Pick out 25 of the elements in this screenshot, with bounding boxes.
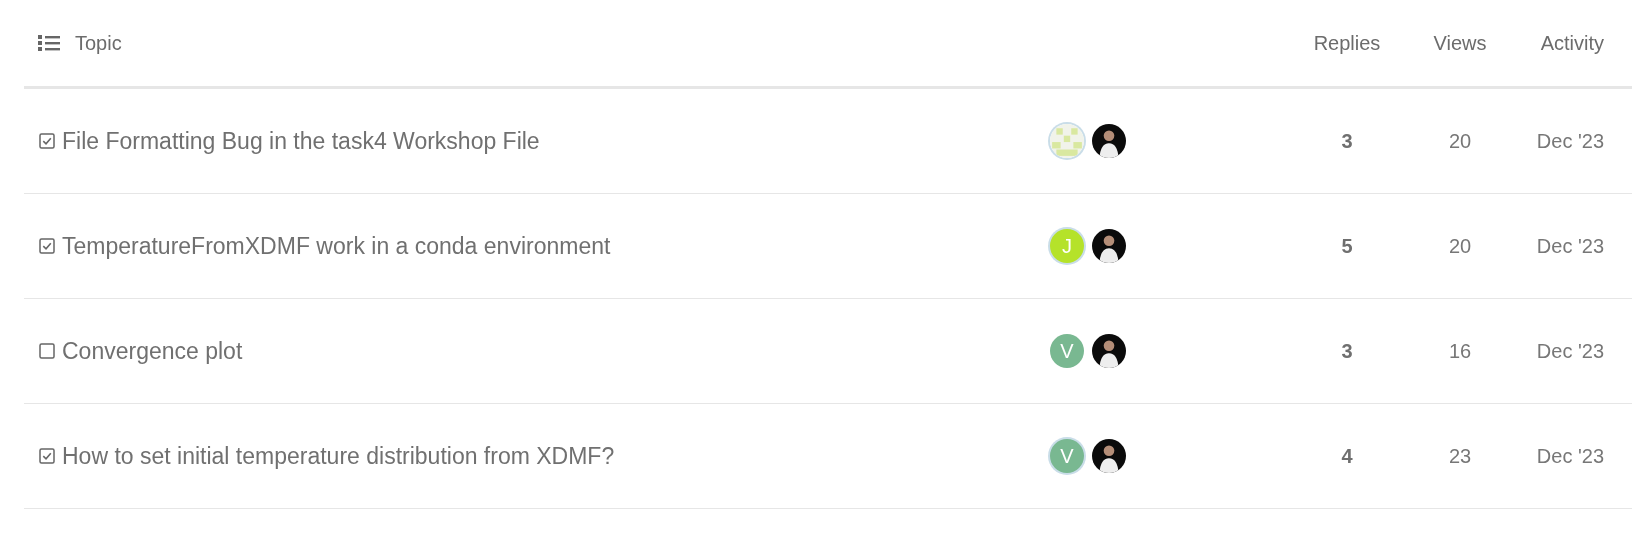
activity-date[interactable]: Dec '23 (1536, 444, 1604, 468)
user-avatar[interactable] (1092, 124, 1126, 158)
list-icon (38, 34, 60, 52)
reply-count: 5 (1341, 234, 1353, 258)
topic-title[interactable]: Convergence plot (62, 337, 243, 365)
user-avatar[interactable] (1092, 334, 1126, 368)
activity-date[interactable]: Dec '23 (1536, 129, 1604, 153)
view-count: 20 (1448, 129, 1472, 153)
user-avatar[interactable] (1092, 439, 1126, 473)
topic-title[interactable]: File Formatting Bug in the task4 Workshop File (62, 127, 540, 155)
view-count: 23 (1448, 444, 1472, 468)
topic-title[interactable]: How to set initial temperature distribution from XDMF? (62, 442, 615, 470)
view-count: 16 (1448, 339, 1472, 363)
reply-count: 4 (1341, 444, 1353, 468)
user-avatar[interactable] (1092, 229, 1126, 263)
activity-date[interactable]: Dec '23 (1536, 339, 1604, 363)
reply-count: 3 (1341, 339, 1353, 363)
activity-date[interactable]: Dec '23 (1536, 234, 1604, 258)
replies-column-header[interactable]: Replies (1313, 31, 1381, 55)
view-count: 20 (1448, 234, 1472, 258)
activity-column-header[interactable]: Activity (1540, 31, 1604, 55)
reply-count: 3 (1341, 129, 1353, 153)
views-column-header[interactable]: Views (1433, 31, 1487, 55)
topic-column-header[interactable]: Topic (75, 31, 122, 55)
topic-title[interactable]: TemperatureFromXDMF work in a conda environment (62, 232, 611, 260)
